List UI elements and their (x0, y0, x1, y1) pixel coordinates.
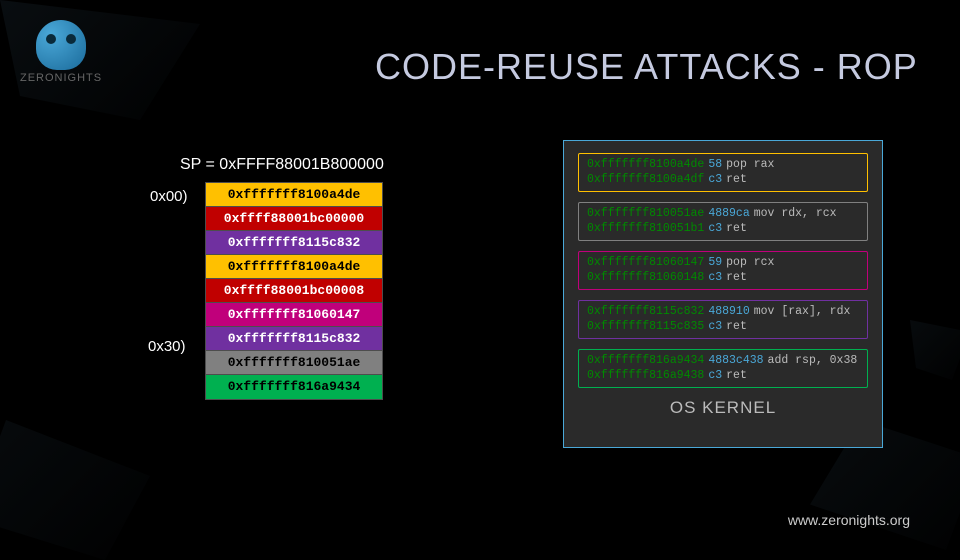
stack-cell: 0xfffffff81060147 (206, 303, 382, 327)
gadget-line: 0xfffffff8100a4de58pop rax (587, 157, 859, 172)
gadget-line: 0xfffffff81060148c3ret (587, 270, 859, 285)
stack-cell: 0xfffffff8100a4de (206, 183, 382, 207)
brand-name: ZERONIGHTS (20, 72, 102, 84)
gadget-box: 0xfffffff8106014759pop rcx0xfffffff81060… (578, 251, 868, 290)
gadget-line: 0xfffffff816a94344883c438add rsp, 0x38 (587, 353, 859, 368)
stack-cell: 0xffff88001bc00000 (206, 207, 382, 231)
kernel-label: OS KERNEL (578, 398, 868, 418)
mascot-icon (36, 20, 86, 70)
stack-pointer-label: SP = 0xFFFF88001B800000 (180, 156, 384, 174)
gadget-box: 0xfffffff816a94344883c438add rsp, 0x380x… (578, 349, 868, 388)
kernel-panel: 0xfffffff8100a4de58pop rax0xfffffff8100a… (563, 140, 883, 448)
gadget-box: 0xfffffff8100a4de58pop rax0xfffffff8100a… (578, 153, 868, 192)
decor-shard (0, 420, 150, 560)
gadget-box: 0xfffffff810051ae4889camov rdx, rcx0xfff… (578, 202, 868, 241)
stack-cell: 0xfffffff816a9434 (206, 375, 382, 399)
offset-label-after: 0x30) (148, 338, 186, 355)
rop-stack: 0xfffffff8100a4de0xffff88001bc000000xfff… (205, 182, 383, 400)
stack-cell: 0xfffffff8115c832 (206, 327, 382, 351)
gadget-box: 0xfffffff8115c832488910mov [rax], rdx0xf… (578, 300, 868, 339)
gadget-line: 0xfffffff816a9438c3ret (587, 368, 859, 383)
stack-cell: 0xfffffff810051ae (206, 351, 382, 375)
footer-url: www.zeronights.org (788, 512, 910, 528)
brand-logo: ZERONIGHTS (20, 20, 102, 84)
decor-shard (910, 320, 960, 380)
offset-label-start: 0x00) (150, 188, 188, 205)
slide-title: CODE-REUSE ATTACKS - ROP (375, 46, 918, 88)
gadget-line: 0xfffffff8115c832488910mov [rax], rdx (587, 304, 859, 319)
gadget-line: 0xfffffff8115c835c3ret (587, 319, 859, 334)
gadget-line: 0xfffffff810051ae4889camov rdx, rcx (587, 206, 859, 221)
gadget-list: 0xfffffff8100a4de58pop rax0xfffffff8100a… (578, 153, 868, 388)
gadget-line: 0xfffffff8106014759pop rcx (587, 255, 859, 270)
gadget-line: 0xfffffff810051b1c3ret (587, 221, 859, 236)
gadget-line: 0xfffffff8100a4dfc3ret (587, 172, 859, 187)
stack-cell: 0xfffffff8115c832 (206, 231, 382, 255)
stack-cell: 0xffff88001bc00008 (206, 279, 382, 303)
stack-cell: 0xfffffff8100a4de (206, 255, 382, 279)
